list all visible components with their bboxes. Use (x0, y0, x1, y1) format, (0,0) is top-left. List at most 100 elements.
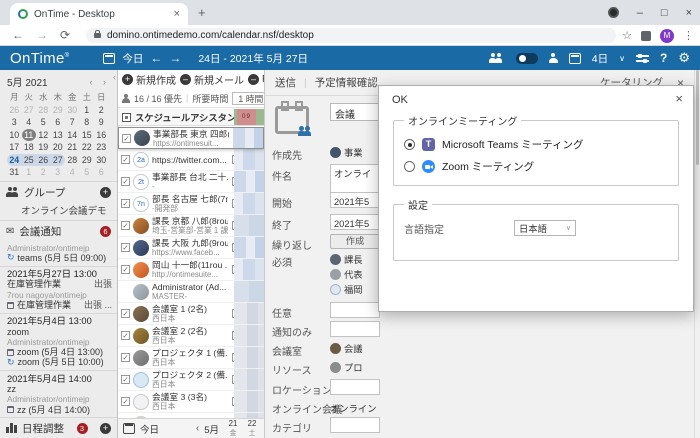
window-close-button[interactable]: × (686, 7, 692, 19)
address-bar[interactable]: domino.ontimedemo.com/calendar.nsf/deskt… (86, 28, 616, 43)
row-checkbox[interactable] (121, 265, 130, 274)
row-checkbox[interactable] (121, 155, 130, 164)
bookmark-star-icon[interactable]: ☆ (622, 29, 632, 42)
mini-calendar-nav[interactable]: ‹ › (90, 77, 111, 87)
attendee-row[interactable]: 会議室 1 (2名)西日本 (118, 303, 264, 325)
end-input[interactable]: 2021年5 (330, 214, 380, 230)
forward-icon[interactable]: → (36, 28, 48, 42)
selected-range-start[interactable]: 24 (7, 154, 22, 167)
browser-tab[interactable]: OnTime - Desktop × (10, 3, 188, 25)
vertical-scrollbar[interactable] (694, 70, 700, 438)
browser-menu-icon[interactable]: ⋮ (683, 29, 694, 42)
online-meeting-value[interactable]: オンライン (330, 401, 377, 415)
zoom-radio[interactable] (404, 161, 415, 172)
back-icon[interactable]: ← (12, 28, 24, 42)
window-minimize-button[interactable]: – (637, 7, 643, 19)
footer-today-button[interactable]: 今日 (140, 422, 159, 436)
add-schedule-icon[interactable]: + (100, 423, 111, 434)
row-checkbox[interactable] (121, 397, 130, 406)
window-maximize-button[interactable]: □ (661, 7, 668, 19)
repeat-create-button[interactable]: 作成 (330, 234, 380, 249)
entry-type-select[interactable]: 会議 (330, 103, 382, 121)
notice-item[interactable]: zz (5月 4日 14:00) (7, 405, 112, 415)
resource-value[interactable]: プロ (330, 360, 363, 374)
section-groups[interactable]: グループ + (0, 181, 117, 203)
category-input[interactable] (330, 417, 380, 433)
row-checkbox[interactable] (121, 177, 130, 186)
required-attendee[interactable]: 福岡 (330, 282, 363, 296)
optional-input[interactable] (330, 302, 380, 318)
sidebar-collapse-icon[interactable]: ‹ (113, 72, 116, 82)
day-cell[interactable]: 26 (7, 104, 22, 117)
attendee-row[interactable]: 課長 大阪 九郎(9rou...https://www.faceb... (118, 237, 264, 259)
pdf-button[interactable]: –PDF (248, 74, 264, 85)
attendee-row[interactable]: 岡山 十一郎(11rou ...http://ontimesuite... (118, 259, 264, 281)
attendee-row[interactable]: プロジェクタ 1 (備...西日本 (118, 347, 264, 369)
location-input[interactable] (330, 379, 380, 395)
start-input[interactable]: 2021年5 (330, 192, 380, 208)
required-attendee[interactable]: 代表 (330, 267, 363, 281)
subject-input[interactable]: オンライ (330, 164, 380, 194)
attendee-row[interactable]: 課長 京都 八郎(8rou...埼玉-営業部-営業 1 課 (118, 215, 264, 237)
language-select[interactable]: 日本語 ∨ (514, 220, 576, 236)
attendee-row[interactable]: 会議室 3 (3名)西日本 (118, 391, 264, 413)
view-selector[interactable]: 4日 (592, 51, 608, 66)
notice-item[interactable]: ↻zoom (5月 5日 10:00) (7, 357, 112, 367)
teams-option[interactable]: T Microsoft Teams ミーティング (404, 137, 668, 152)
person-view-icon[interactable] (549, 53, 558, 63)
attendee-row[interactable]: 事業部長 東京 四郎(...https://ontimesuit... (118, 127, 264, 149)
view-calendar-icon[interactable] (569, 53, 581, 64)
row-checkbox[interactable] (122, 134, 131, 143)
ok-button[interactable]: OK (392, 94, 408, 106)
url-text[interactable]: domino.ontimedemo.com/calendar.nsf/deskt… (107, 30, 314, 41)
notify-input[interactable] (330, 321, 380, 337)
field-to-value[interactable]: 事業 (330, 145, 363, 159)
notice-item[interactable]: 在庫管理作業出張 ... (7, 300, 112, 310)
reload-icon[interactable]: ⟳ (60, 28, 70, 42)
prev-arrow-icon[interactable]: ← (150, 51, 162, 65)
new-mail-button[interactable]: –新規メール (180, 72, 244, 87)
gear-icon[interactable]: ⚙ (678, 50, 690, 66)
section-schedule-adjust[interactable]: 日程調整 3 + (0, 417, 117, 438)
select-all-checkbox[interactable] (122, 113, 131, 122)
new-tab-button[interactable]: + (198, 5, 206, 20)
room-value[interactable]: 会議 (330, 341, 363, 355)
teams-radio[interactable] (404, 139, 415, 150)
view-toggle[interactable] (516, 53, 538, 64)
help-button[interactable]: ? (660, 51, 667, 65)
calendar-icon[interactable] (123, 423, 135, 434)
duration-select[interactable]: 1 時間 (232, 92, 265, 105)
dialog-close-icon[interactable]: × (675, 91, 683, 106)
add-group-icon[interactable]: + (100, 187, 111, 198)
attendee-row[interactable]: 2a https://twitter.com... (118, 149, 264, 171)
calendar-icon[interactable] (103, 53, 115, 64)
row-checkbox[interactable] (121, 199, 130, 208)
today-cell[interactable]: 11 (22, 129, 37, 142)
group-view-icon[interactable] (489, 53, 505, 63)
attendee-row[interactable]: 会議室 2 (2名)西日本 (118, 325, 264, 347)
prev-month-icon[interactable]: ‹ (196, 423, 199, 434)
profile-avatar[interactable]: M (660, 29, 674, 43)
confirm-info-button[interactable]: 予定情報確認 (315, 75, 378, 90)
zoom-option[interactable]: Zoom ミーティング (404, 159, 668, 174)
attendee-row[interactable]: 2t 事業部長 台北 二十...- (118, 171, 264, 193)
row-checkbox[interactable] (121, 375, 130, 384)
extensions-icon[interactable] (641, 31, 651, 41)
today-button[interactable]: 今日 (122, 51, 143, 66)
row-checkbox[interactable] (121, 309, 130, 318)
view-chevron-down-icon[interactable]: ∨ (619, 54, 625, 63)
section-meeting-notices[interactable]: ✉ 会議通知 6 (0, 220, 117, 242)
attendee-row[interactable]: プロジェクタ 2 (備...西日本 (118, 369, 264, 391)
required-attendee[interactable]: 課長 (330, 252, 363, 266)
new-entry-button[interactable]: +新規作成 (122, 72, 176, 87)
row-checkbox[interactable] (121, 353, 130, 362)
row-checkbox[interactable] (121, 243, 130, 252)
attendee-row-organizer[interactable]: Administrator (Ad...MASTER- (118, 281, 264, 303)
row-checkbox[interactable] (121, 221, 130, 230)
attendee-row[interactable]: 7n 部長 名古屋 七郎(7r...-開発部 (118, 193, 264, 215)
footer-month[interactable]: 5月 (204, 422, 219, 436)
tab-close-icon[interactable]: × (174, 9, 180, 20)
scrollbar-thumb[interactable] (696, 70, 699, 165)
row-checkbox[interactable] (121, 331, 130, 340)
settings-sliders-icon[interactable] (636, 53, 649, 63)
